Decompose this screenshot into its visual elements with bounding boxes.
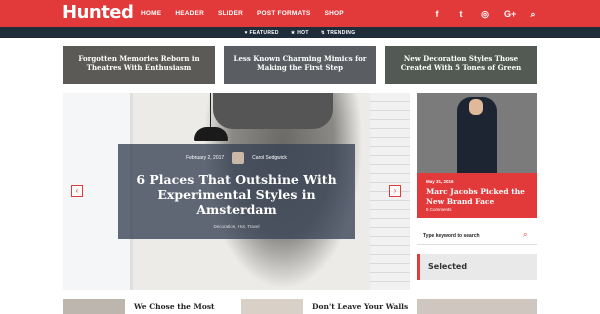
google-plus-icon[interactable]: G+ bbox=[504, 9, 516, 19]
sidebar-post-title[interactable]: Marc Jacobs Picked the New Brand Face bbox=[426, 187, 531, 206]
author-avatar[interactable] bbox=[232, 152, 245, 164]
main-nav: HOME HEADER SLIDER POST FORMATS SHOP bbox=[141, 0, 344, 27]
search-icon[interactable]: ⌕ bbox=[528, 9, 538, 19]
nav-item-home[interactable]: HOME bbox=[141, 10, 161, 17]
slider-next-button[interactable]: › bbox=[389, 185, 401, 197]
trending-bar: ♥ FEATURED ★ HOT ↯ TRENDING bbox=[0, 27, 600, 38]
hero-slider[interactable]: February 2, 2017 Carol Sedgwick 6 Places… bbox=[63, 93, 410, 290]
search-input[interactable] bbox=[423, 230, 518, 242]
site-header: Hunted HOME HEADER SLIDER POST FORMATS S… bbox=[0, 0, 600, 27]
model-face bbox=[469, 99, 483, 115]
selected-widget: Selected bbox=[417, 254, 537, 280]
twitter-icon[interactable]: t bbox=[456, 9, 466, 19]
subbar-hot[interactable]: ★ HOT bbox=[291, 30, 309, 36]
bottom-post-title-1[interactable]: We Chose the Most bbox=[134, 302, 234, 311]
hero-meta: February 2, 2017 Carol Sedgwick bbox=[118, 152, 355, 164]
featured-post-title[interactable]: Forgotten Memories Reborn in Theatres Wi… bbox=[69, 54, 209, 72]
slider-prev-button[interactable]: ‹ bbox=[71, 185, 83, 197]
hero-hat-drawing bbox=[213, 93, 333, 129]
social-links: f t ◎ G+ ⌕ bbox=[432, 0, 538, 27]
hero-date: February 2, 2017 bbox=[186, 155, 225, 161]
featured-post-2[interactable]: Less Known Charming Mimics for Making th… bbox=[224, 46, 376, 84]
selected-heading: Selected bbox=[428, 262, 468, 271]
site-logo[interactable]: Hunted bbox=[62, 2, 134, 24]
nav-item-shop[interactable]: SHOP bbox=[325, 10, 344, 17]
bottom-post-title-2[interactable]: Don't Leave Your Walls bbox=[312, 302, 412, 311]
pendant-lamp-icon bbox=[194, 127, 228, 141]
featured-post-title[interactable]: New Decoration Styles Those Created With… bbox=[391, 54, 531, 72]
nav-item-slider[interactable]: SLIDER bbox=[218, 10, 243, 17]
hero-categories[interactable]: Decoration, Hot, Travel bbox=[118, 224, 355, 229]
hero-title[interactable]: 6 Places That Outshine With Experimental… bbox=[126, 172, 347, 217]
hero-caption: February 2, 2017 Carol Sedgwick 6 Places… bbox=[118, 144, 355, 239]
featured-post-1[interactable]: Forgotten Memories Reborn in Theatres Wi… bbox=[63, 46, 215, 84]
facebook-icon[interactable]: f bbox=[432, 9, 442, 19]
search-icon[interactable]: ⌕ bbox=[523, 231, 531, 239]
sidebar-search: ⌕ bbox=[417, 227, 537, 245]
subbar-trending[interactable]: ↯ TRENDING bbox=[321, 30, 356, 36]
subbar-featured[interactable]: ♥ FEATURED bbox=[245, 30, 279, 36]
nav-item-header[interactable]: HEADER bbox=[175, 10, 204, 17]
sidebar-post-image[interactable] bbox=[417, 93, 537, 173]
featured-post-title[interactable]: Less Known Charming Mimics for Making th… bbox=[230, 54, 370, 72]
featured-post-3[interactable]: New Decoration Styles Those Created With… bbox=[385, 46, 537, 84]
lamp-cord bbox=[210, 93, 211, 127]
sidebar-post-card: May 31, 2016 Marc Jacobs Picked the New … bbox=[417, 173, 537, 218]
bottom-post-image-2[interactable] bbox=[241, 299, 303, 314]
nav-item-post-formats[interactable]: POST FORMATS bbox=[257, 10, 311, 17]
sidebar-post-comments[interactable]: 5 Comments bbox=[426, 207, 452, 212]
bottom-sidebar-image[interactable] bbox=[417, 299, 537, 314]
instagram-icon[interactable]: ◎ bbox=[480, 9, 490, 19]
hero-author[interactable]: Carol Sedgwick bbox=[252, 155, 287, 161]
bottom-post-image-1[interactable] bbox=[63, 299, 125, 314]
sidebar-post-date: May 31, 2016 bbox=[426, 179, 454, 184]
